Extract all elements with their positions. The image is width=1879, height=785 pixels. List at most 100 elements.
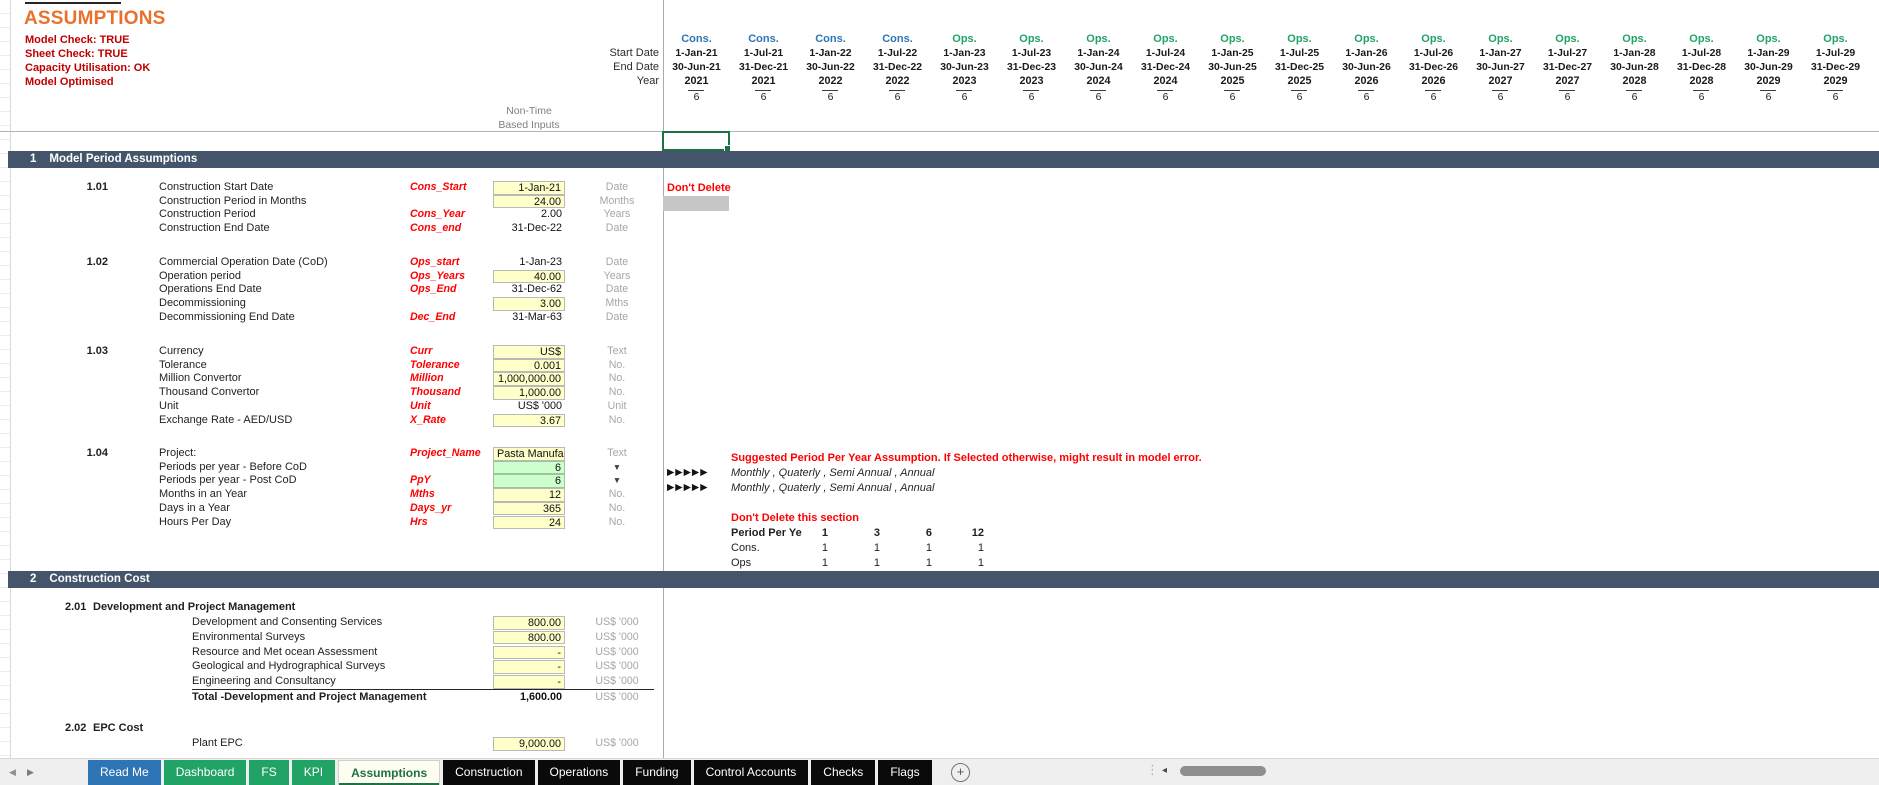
- item-ref: 1.04: [86, 447, 108, 459]
- sheet-tab-construction[interactable]: Construction: [443, 760, 535, 785]
- tab-scroll-right-icon[interactable]: ▶: [27, 767, 34, 778]
- sheet-tab-dashboard[interactable]: Dashboard: [163, 760, 247, 785]
- period-months-count: 6: [1363, 92, 1370, 103]
- row-label: Thousand Convertor: [159, 386, 260, 399]
- subsection-ref: 2.02: [65, 722, 87, 734]
- period-year: 2025: [1287, 75, 1312, 87]
- input-cell[interactable]: 12: [493, 488, 565, 502]
- dropdown-arrow-icon[interactable]: ▼: [578, 462, 656, 472]
- period-start-date: 1-Jul-28: [1681, 48, 1722, 59]
- sheet-tab-assumptions[interactable]: Assumptions: [338, 760, 441, 785]
- selected-cell[interactable]: [662, 131, 731, 152]
- input-cell[interactable]: US$: [493, 345, 565, 359]
- period-year: 2022: [885, 75, 910, 87]
- add-sheet-button[interactable]: +: [951, 763, 970, 782]
- row-label: Plant EPC: [192, 737, 243, 749]
- period-start-date: 1-Jan-25: [1211, 48, 1254, 59]
- input-cell[interactable]: 0.001: [493, 358, 565, 373]
- row-label: Days in a Year: [159, 501, 230, 514]
- sheet-tab-control-accounts[interactable]: Control Accounts: [693, 760, 809, 785]
- ppy-header-value: 12: [971, 527, 984, 539]
- period-start-date: 1-Jan-22: [809, 48, 852, 59]
- period-start-date: 1-Jan-29: [1747, 48, 1790, 59]
- sheet-tab-flags[interactable]: Flags: [878, 760, 932, 785]
- input-cell: 1-Jan-23: [519, 256, 562, 268]
- period-options-2: Monthly , Quaterly , Semi Annual , Annua…: [731, 482, 935, 494]
- input-cell[interactable]: 365: [493, 501, 565, 516]
- input-cell[interactable]: 1-Jan-21: [493, 181, 565, 195]
- subsection-ref: 2.01: [65, 601, 87, 613]
- row-label: Periods per year - Before CoD: [159, 460, 307, 473]
- sheet-tab-operations[interactable]: Operations: [537, 760, 621, 785]
- period-months-count: 6: [1296, 92, 1303, 103]
- period-type-label: Ops.: [1220, 33, 1245, 45]
- unit-label: US$ '000: [595, 675, 639, 688]
- unit-label: US$ '000: [595, 737, 639, 749]
- unit-label: Years: [603, 208, 631, 221]
- row-label: Currency: [159, 345, 204, 357]
- sheet-tab-read-me[interactable]: Read Me: [88, 760, 161, 785]
- input-cell[interactable]: 24: [493, 515, 565, 529]
- named-range-label: Cons_Start: [410, 181, 467, 193]
- named-range-label: Days_yr: [410, 501, 452, 514]
- section-1-number: 1: [30, 153, 37, 165]
- sheet-tab-checks[interactable]: Checks: [811, 760, 876, 785]
- sheet-tab-fs[interactable]: FS: [249, 760, 289, 785]
- input-cell[interactable]: -: [493, 645, 565, 660]
- period-type-label: Ops.: [1488, 33, 1513, 45]
- section-2-header: 2 Construction Cost: [8, 571, 1879, 588]
- dropdown-arrow-icon[interactable]: ▼: [578, 475, 656, 485]
- tab-menu-dots-icon[interactable]: ⋮: [1146, 762, 1159, 778]
- unit-label: US$ '000: [595, 645, 639, 658]
- input-cell[interactable]: -: [493, 675, 565, 689]
- row-label: Resource and Met ocean Assessment: [192, 645, 378, 658]
- period-end-date: 30-Jun-25: [1208, 62, 1257, 73]
- unit-label: Date: [605, 283, 629, 296]
- period-type-label: Ops.: [1287, 33, 1312, 45]
- period-months-count: 6: [894, 92, 901, 103]
- input-cell[interactable]: 3.67: [493, 413, 565, 427]
- sheet-tab-kpi[interactable]: KPI: [291, 760, 336, 785]
- period-year: 2024: [1086, 75, 1111, 87]
- input-cell[interactable]: 800.00: [493, 630, 565, 645]
- input-cell[interactable]: 1,000,000.00: [493, 372, 565, 386]
- named-range-label: X_Rate: [410, 413, 446, 426]
- input-cell[interactable]: Pasta Manufactu: [493, 447, 565, 461]
- unit-label: No.: [608, 501, 626, 514]
- row-label: Development and Consenting Services: [192, 616, 383, 628]
- named-range-label: PpY: [410, 474, 431, 487]
- row-label: Construction Start Date: [159, 181, 274, 193]
- period-type-label: Ops.: [1689, 33, 1714, 45]
- named-range-label: Unit: [410, 399, 431, 412]
- input-cell[interactable]: 40.00: [493, 269, 565, 284]
- hscroll-left-icon[interactable]: ◂: [1162, 765, 1167, 776]
- input-cell[interactable]: 6: [493, 460, 565, 475]
- input-cell[interactable]: 6: [493, 474, 565, 488]
- hscroll-thumb[interactable]: [1180, 766, 1266, 776]
- period-start-date: 1-Jul-25: [1279, 48, 1320, 59]
- unit-label: No.: [608, 372, 626, 385]
- tab-scroll-left-icon[interactable]: ◀: [9, 767, 16, 778]
- input-cell[interactable]: 3.00: [493, 297, 565, 311]
- period-months-count: 6: [1497, 92, 1504, 103]
- ppy-header-value: 1: [821, 527, 828, 539]
- period-end-date: 31-Dec-22: [872, 62, 923, 73]
- input-cell[interactable]: 800.00: [493, 616, 565, 630]
- input-cell[interactable]: 9,000.00: [493, 737, 565, 751]
- input-cell[interactable]: 24.00: [493, 194, 565, 209]
- ppy-row-value: 1: [977, 542, 984, 554]
- period-end-date: 31-Dec-21: [738, 62, 789, 73]
- named-range-label: Dec_End: [410, 310, 456, 323]
- total-border-line: [192, 689, 654, 690]
- unit-label: US$ '000: [595, 660, 639, 673]
- arrow-markers-2: ▶▶▶▶▶: [667, 482, 709, 493]
- input-cell[interactable]: 1,000.00: [493, 386, 565, 400]
- ppy-row-value: 1: [977, 557, 984, 569]
- input-cell[interactable]: -: [493, 660, 565, 674]
- ppy-row-value: 1: [873, 542, 880, 554]
- period-year: 2021: [684, 75, 709, 87]
- sheet-tab-funding[interactable]: Funding: [623, 760, 691, 785]
- period-end-date: 30-Jun-28: [1610, 62, 1659, 73]
- row-label: Construction Period: [159, 208, 256, 221]
- period-months-count: 6: [827, 92, 834, 103]
